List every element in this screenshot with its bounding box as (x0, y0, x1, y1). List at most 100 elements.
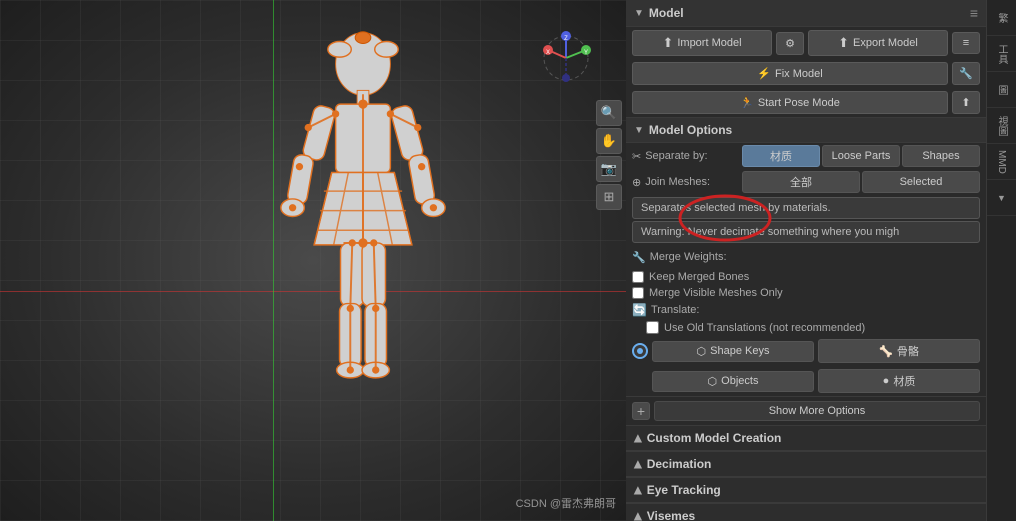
far-right-sidebar: 繁 工具 圖 視圖 MMD ▼ (986, 0, 1016, 521)
custom-model-section: ▶ Custom Model Creation (626, 426, 986, 452)
panel-main: ▼ Model ≡ ⬆ Import Model ⚙ ⬆ Export Mode… (626, 0, 986, 521)
visemes-section: ▶ Visemes (626, 504, 986, 521)
merge-visible-label: Merge Visible Meshes Only (649, 287, 783, 299)
model-options-title: Model Options (649, 123, 732, 137)
model-section-header[interactable]: ▼ Model ≡ (626, 0, 986, 27)
material-button[interactable]: ● 材质 (818, 369, 980, 393)
custom-model-header[interactable]: ▶ Custom Model Creation (626, 426, 986, 451)
pose-mode-button[interactable]: 🏃 Start Pose Mode (632, 91, 948, 114)
far-right-item-2[interactable]: 工具 (987, 36, 1016, 72)
material-icon: ● (883, 375, 890, 387)
objects-row: ⬡ Objects ● 材质 (626, 366, 986, 396)
separate-by-row: ✂ Separate by: 材质 Loose Parts Shapes (626, 143, 986, 169)
far-right-item-3[interactable]: 圖 (987, 72, 1016, 108)
separate-label: ✂ Separate by: (632, 150, 742, 163)
orbit-gizmo[interactable]: Z Y X (536, 28, 596, 88)
join-label: ⊕ Join Meshes: (632, 176, 742, 189)
merge-weights-row: 🔧 Merge Weights: (626, 245, 986, 269)
model-options-header[interactable]: ▼ Model Options (626, 118, 986, 143)
tooltip2: Warning: Never decimate something where … (632, 221, 980, 243)
show-more-row: + Show More Options (626, 396, 986, 425)
shape-keys-row: ⬡ Shape Keys 🦴 骨骼 (626, 336, 986, 366)
eye-tracking-title: Eye Tracking (647, 483, 721, 497)
watermark: CSDN @雷杰弗朗哥 (516, 495, 616, 511)
old-translations-checkbox[interactable] (646, 321, 659, 334)
pan-tool[interactable]: ✋ (596, 128, 622, 154)
decimation-arrow: ▶ (632, 460, 643, 468)
far-right-item-1[interactable]: 繁 (987, 0, 1016, 36)
model-options-section: ▼ Model Options ✂ Separate by: 材质 Loose … (626, 118, 986, 426)
eye-tracking-arrow: ▶ (632, 486, 643, 494)
join-buttons: 全部 Selected (742, 171, 980, 193)
svg-text:X: X (546, 50, 550, 56)
join-meshes-row: ⊕ Join Meshes: 全部 Selected (626, 169, 986, 195)
far-right-item-mmd[interactable]: MMD (987, 144, 1016, 180)
fix-row: ⚡ Fix Model 🔧 (626, 59, 986, 88)
shape-keys-icon: ⬡ (697, 345, 707, 358)
visemes-arrow: ▶ (632, 512, 643, 520)
keep-merged-checkbox[interactable] (632, 271, 644, 283)
separate-loose-button[interactable]: Loose Parts (822, 145, 900, 167)
viewport[interactable]: Z Y X 🔍 ✋ 📷 ⊞ CSDN @雷杰弗朗哥 (0, 0, 626, 521)
pose-settings-button[interactable]: ⬆ (952, 91, 980, 114)
show-more-button[interactable]: Show More Options (654, 401, 980, 421)
camera-tool[interactable]: 📷 (596, 156, 622, 182)
objects-icon: ⬡ (708, 375, 718, 388)
model-menu-icon[interactable]: ≡ (970, 5, 978, 21)
merge-icon: 🔧 (632, 251, 646, 264)
bones-icon: 🦴 (879, 345, 893, 358)
viewport-tools: 🔍 ✋ 📷 ⊞ (596, 100, 622, 210)
model-section: ▼ Model ≡ ⬆ Import Model ⚙ ⬆ Export Mode… (626, 0, 986, 118)
far-right-item-4[interactable]: 視圖 (987, 108, 1016, 144)
character-model (253, 20, 473, 460)
separate-shapes-button[interactable]: Shapes (902, 145, 980, 167)
import-export-row: ⬆ Import Model ⚙ ⬆ Export Model ≡ (626, 27, 986, 59)
tooltip1: Separates selected mesh by materials. (632, 197, 980, 219)
decimation-section: ▶ Decimation (626, 452, 986, 478)
translate-icon: 🔄 (632, 303, 647, 317)
bones-button[interactable]: 🦴 骨骼 (818, 339, 980, 363)
import-icon: ⬆ (662, 35, 673, 51)
plus-button[interactable]: + (632, 402, 650, 420)
svg-text:Z: Z (564, 36, 568, 42)
far-right-item-scroll[interactable]: ▼ (987, 180, 1016, 216)
eye-tracking-header[interactable]: ▶ Eye Tracking (626, 478, 986, 503)
translate-label: Translate: (651, 304, 700, 316)
visemes-header[interactable]: ▶ Visemes (626, 504, 986, 521)
shape-keys-button[interactable]: ⬡ Shape Keys (652, 341, 814, 362)
translate-row: 🔄 Translate: (626, 301, 986, 319)
decimation-header[interactable]: ▶ Decimation (626, 452, 986, 477)
export-model-button[interactable]: ⬆ Export Model (808, 30, 948, 56)
separate-material-button[interactable]: 材质 (742, 145, 820, 167)
zoom-tool[interactable]: 🔍 (596, 100, 622, 126)
fix-model-button[interactable]: ⚡ Fix Model (632, 62, 948, 85)
decimation-title: Decimation (647, 457, 712, 471)
objects-button[interactable]: ⬡ Objects (652, 371, 814, 392)
model-title: Model (649, 6, 684, 20)
custom-model-title: Custom Model Creation (647, 431, 782, 445)
join-icon: ⊕ (632, 176, 641, 189)
custom-arrow: ▶ (632, 434, 643, 442)
visemes-title: Visemes (647, 509, 696, 521)
right-panel: ▼ Model ≡ ⬆ Import Model ⚙ ⬆ Export Mode… (626, 0, 1016, 521)
old-translations-row: Use Old Translations (not recommended) (626, 319, 986, 336)
options-arrow: ▼ (634, 125, 644, 136)
import-model-button[interactable]: ⬆ Import Model (632, 30, 772, 56)
join-all-button[interactable]: 全部 (742, 171, 860, 193)
merge-visible-checkbox[interactable] (632, 287, 644, 299)
export-settings-button[interactable]: ≡ (952, 32, 980, 54)
svg-text:Y: Y (584, 50, 588, 56)
fix-settings-button[interactable]: 🔧 (952, 62, 980, 85)
join-selected-button[interactable]: Selected (862, 171, 980, 193)
merge-label: 🔧 Merge Weights: (632, 251, 742, 264)
separate-buttons: 材质 Loose Parts Shapes (742, 145, 980, 167)
pose-icon: 🏃 (740, 96, 754, 109)
pose-row: 🏃 Start Pose Mode ⬆ (626, 88, 986, 117)
keep-merged-row: Keep Merged Bones (626, 269, 986, 285)
old-translations-label: Use Old Translations (not recommended) (664, 322, 865, 334)
eye-tracking-section: ▶ Eye Tracking (626, 478, 986, 504)
all-radio[interactable] (632, 343, 648, 359)
import-settings-button[interactable]: ⚙ (776, 32, 804, 55)
grid-tool[interactable]: ⊞ (596, 184, 622, 210)
model-arrow: ▼ (634, 8, 644, 19)
